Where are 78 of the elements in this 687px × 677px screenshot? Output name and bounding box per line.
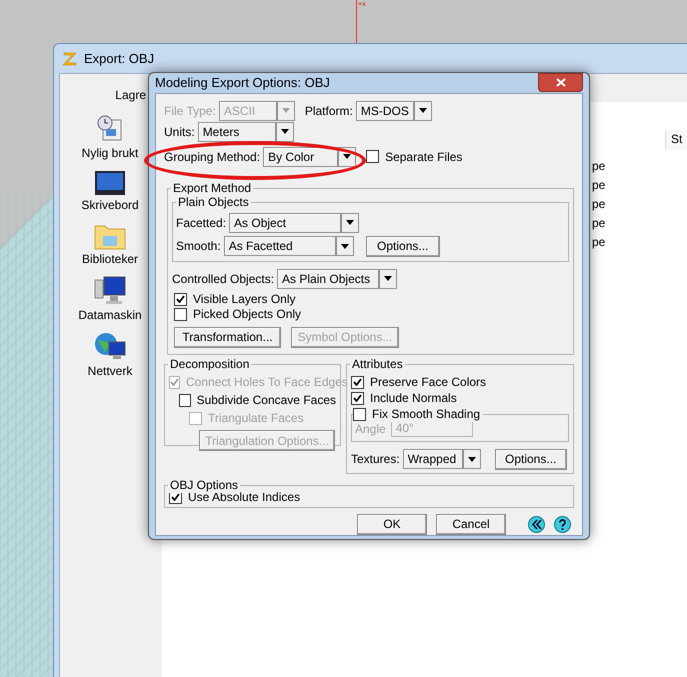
dropdown-arrow-button[interactable] xyxy=(462,449,481,469)
dropdown-arrow-button[interactable] xyxy=(276,122,294,142)
dropdown-arrow-button[interactable] xyxy=(379,268,398,288)
checkbox-label: Fix Smooth Shading xyxy=(372,406,480,423)
checkbox-label: Subdivide Concave Faces xyxy=(196,392,336,409)
places-item[interactable]: Nylig brukt xyxy=(75,114,145,162)
group-title: Plain Objects xyxy=(176,194,251,210)
caret-icon xyxy=(418,108,427,113)
axis-line xyxy=(356,0,357,45)
close-button[interactable] xyxy=(538,73,583,92)
help-icon[interactable] xyxy=(554,516,571,532)
caret-icon xyxy=(340,244,349,248)
button[interactable]: Options... xyxy=(366,236,440,256)
field-label: Units: xyxy=(164,124,195,140)
field-label: File Type: xyxy=(164,102,216,120)
field-label: Smooth: xyxy=(176,238,221,255)
dropdown-arrow-button[interactable] xyxy=(341,212,360,232)
computer-icon xyxy=(94,276,126,306)
field-label: Textures: xyxy=(351,451,400,468)
checkmark-icon xyxy=(171,493,180,501)
field-label: Grouping Method: xyxy=(164,148,260,166)
caret-icon xyxy=(346,220,354,225)
checkmark-icon xyxy=(176,295,185,303)
app-logo-icon xyxy=(62,50,78,66)
dropdown-arrow-button[interactable] xyxy=(414,100,432,120)
checkbox[interactable] xyxy=(174,292,187,306)
checkbox-label: Connect Holes To Face Edges xyxy=(186,374,348,391)
places-item[interactable]: Biblioteker xyxy=(75,222,145,268)
file-type-cell-text: pe xyxy=(592,158,606,174)
column-header[interactable]: St xyxy=(665,130,687,150)
file-type-cell-text: pe xyxy=(592,214,606,232)
dropdown[interactable]: MS-DOS xyxy=(356,100,414,120)
file-type-cell-text: pe xyxy=(592,176,606,194)
checkbox-label: Picked Objects Only xyxy=(193,306,302,323)
dropdown[interactable]: Wrapped xyxy=(402,449,463,469)
checkbox[interactable] xyxy=(353,408,366,420)
dropdown[interactable]: As Object xyxy=(229,212,342,232)
checkbox-label: Separate Files xyxy=(385,148,462,166)
places-item[interactable]: Nettverk xyxy=(75,332,145,380)
save-in-label: Lagre xyxy=(115,87,147,104)
checkmark-icon xyxy=(170,378,179,386)
button[interactable]: Cancel xyxy=(436,514,506,534)
field-label: Facetted: xyxy=(176,214,226,232)
globe-computer-icon xyxy=(94,332,126,362)
file-type-cell-text: pe xyxy=(592,234,606,250)
field-label: Angle xyxy=(355,420,386,438)
button[interactable]: Options... xyxy=(494,448,567,470)
checkbox[interactable] xyxy=(174,308,187,320)
button[interactable]: Transformation... xyxy=(174,326,281,348)
dialog-title: Modeling Export Options: OBJ xyxy=(155,74,330,92)
checkbox-label: Preserve Face Colors xyxy=(370,374,486,391)
file-type-cell-text: pe xyxy=(592,196,606,212)
places-item[interactable]: Skrivebord xyxy=(75,170,145,214)
checkbox-label: Visible Layers Only xyxy=(193,291,296,308)
caret-icon xyxy=(468,456,476,462)
close-icon xyxy=(556,78,566,87)
checkbox[interactable] xyxy=(351,376,364,388)
dropdown[interactable]: As Facetted xyxy=(224,236,336,256)
back-arrows-icon[interactable] xyxy=(528,516,545,532)
dropdown[interactable]: As Plain Objects xyxy=(277,268,380,288)
caret-icon xyxy=(343,154,352,159)
dropdown[interactable]: By Color xyxy=(263,146,338,166)
field-label: Controlled Objects: xyxy=(172,270,274,288)
checkbox-label: Include Normals xyxy=(370,390,457,407)
caret-icon xyxy=(384,276,392,281)
checkbox-label: Triangulate Faces xyxy=(208,410,304,427)
dropdown-arrow-button[interactable] xyxy=(336,236,354,256)
checkbox[interactable] xyxy=(351,392,364,404)
button[interactable]: OK xyxy=(357,514,427,534)
caret-icon xyxy=(282,108,290,113)
window-title: Export: OBJ xyxy=(84,50,154,68)
dropdown[interactable]: Meters xyxy=(198,122,276,142)
desktop-icon xyxy=(94,170,126,196)
field-label: Platform: xyxy=(304,102,353,120)
caret-icon xyxy=(280,129,289,134)
checkbox-label: Use Absolute Indices xyxy=(188,490,300,506)
checkbox[interactable] xyxy=(366,150,380,163)
places-item[interactable]: Datamaskin xyxy=(75,276,145,324)
